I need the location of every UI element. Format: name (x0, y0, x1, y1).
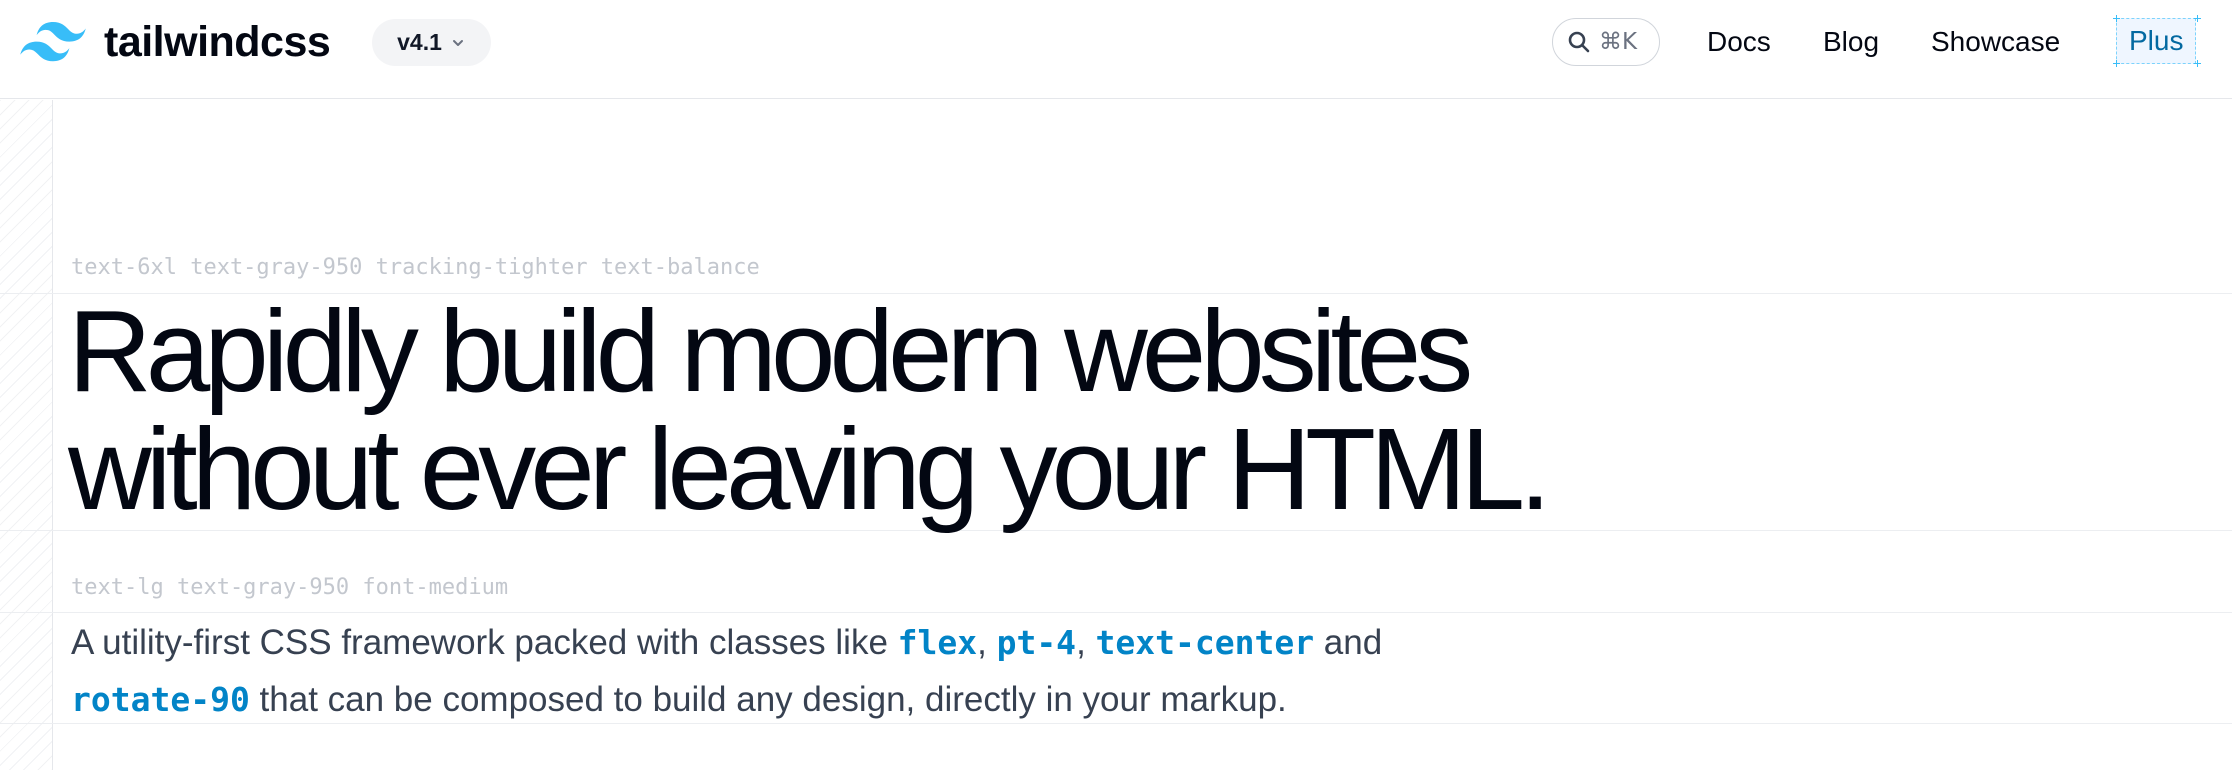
left-gutter (0, 100, 53, 770)
search-shortcut: ⌘K (1599, 29, 1638, 55)
nav-showcase-link[interactable]: Showcase (1931, 22, 2060, 62)
page: tailwindcss v4.1 ⌘K Docs Blog Showcase P… (0, 0, 2232, 770)
headline-class-label: text-6xl text-gray-950 tracking-tighter … (71, 255, 760, 280)
subtitle-text: A utility-first CSS framework packed wit… (71, 623, 898, 662)
code-pt-4: pt-4 (996, 623, 1077, 662)
subtitle-separator: , (1076, 623, 1096, 662)
nav-blog-link[interactable]: Blog (1823, 22, 1879, 62)
version-selector[interactable]: v4.1 (372, 19, 491, 66)
headline-line: Rapidly build modern websites (68, 286, 1473, 416)
plus-corner-marker (2194, 60, 2201, 67)
hero-subtitle: A utility-first CSS framework packed wit… (71, 614, 1571, 728)
code-text-center: text-center (1095, 623, 1315, 662)
subtitle-text: and (1314, 623, 1383, 662)
home-logo-link[interactable]: tailwindcss (20, 18, 331, 66)
tailwind-logo-icon (20, 22, 86, 62)
plus-corner-marker (2113, 60, 2120, 67)
chevron-down-icon (452, 39, 463, 46)
nav-docs-link[interactable]: Docs (1707, 22, 1771, 62)
hero-headline: Rapidly build modern websites without ev… (68, 292, 1768, 528)
version-label: v4.1 (397, 29, 442, 55)
code-rotate-90: rotate-90 (71, 680, 250, 719)
plus-corner-marker (2194, 15, 2201, 22)
logo-wordmark: tailwindcss (104, 18, 331, 66)
search-button[interactable]: ⌘K (1552, 18, 1660, 66)
search-icon (1568, 31, 1590, 53)
subtitle-separator: , (977, 623, 997, 662)
nav-plus-link[interactable]: Plus (2116, 18, 2197, 64)
guide-line (0, 612, 2232, 613)
subtitle-text: that can be composed to build any design… (249, 680, 1287, 719)
subtitle-line: rotate-90 that can be composed to build … (71, 671, 1571, 728)
code-flex: flex (897, 623, 978, 662)
subtitle-class-label: text-lg text-gray-950 font-medium (71, 575, 509, 600)
headline-line: without ever leaving your HTML. (68, 404, 1551, 534)
subtitle-line: A utility-first CSS framework packed wit… (71, 614, 1571, 671)
plus-corner-marker (2113, 15, 2120, 22)
top-navbar: tailwindcss v4.1 ⌘K Docs Blog Showcase P… (0, 0, 2232, 99)
